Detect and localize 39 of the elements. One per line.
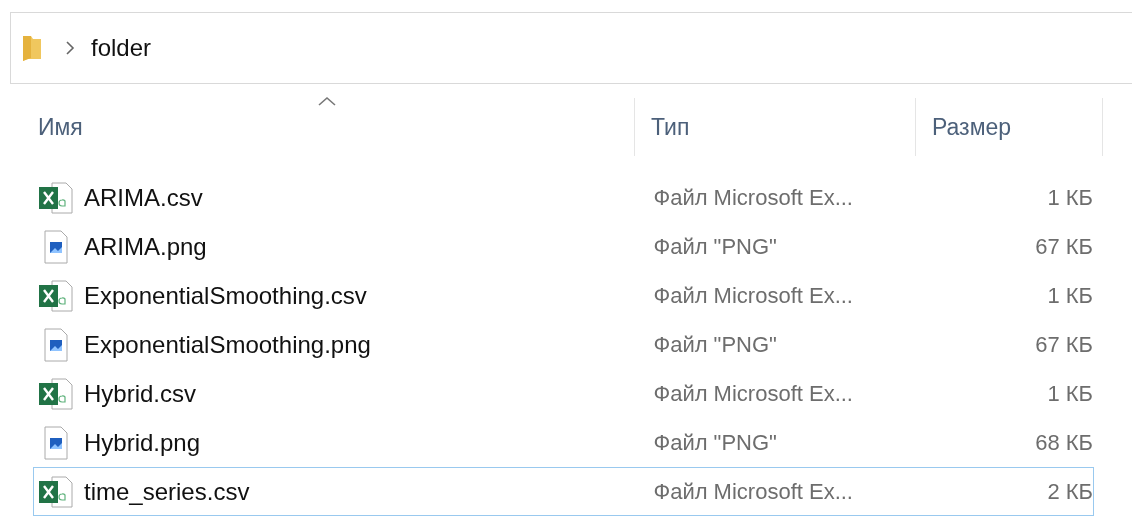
file-size: 1 КБ — [1046, 184, 1093, 211]
file-size: 67 КБ — [1034, 233, 1093, 260]
file-type: Файл "PNG" — [652, 331, 778, 358]
file-type: Файл Microsoft Ex... — [652, 184, 854, 211]
column-header[interactable]: Тип — [635, 98, 916, 156]
column-header[interactable]: Размер — [916, 98, 1103, 156]
file-name: Hybrid.csv — [84, 379, 197, 408]
file-name: time_series.csv — [84, 477, 250, 506]
file-row[interactable]: time_series.csv Файл Microsoft Ex... 2 КБ — [33, 467, 1094, 516]
file-row[interactable]: Hybrid.csv Файл Microsoft Ex... 1 КБ — [33, 369, 1094, 418]
breadcrumb[interactable]: folder — [91, 34, 152, 62]
file-size: 2 КБ — [1046, 478, 1093, 505]
file-name: Hybrid.png — [84, 428, 201, 457]
file-type: Файл Microsoft Ex... — [652, 380, 854, 407]
file-type: Файл Microsoft Ex... — [652, 282, 854, 309]
folder-icon — [21, 34, 43, 62]
file-size: 1 КБ — [1046, 380, 1093, 407]
file-type: Файл Microsoft Ex... — [652, 478, 854, 505]
file-name: ExponentialSmoothing.png — [84, 330, 371, 359]
file-row[interactable]: ARIMA.png Файл "PNG" 67 КБ — [33, 222, 1094, 271]
file-name: ARIMA.csv — [84, 183, 203, 212]
address-bar[interactable]: folder — [10, 12, 1132, 84]
column-header[interactable]: Имя — [0, 98, 635, 156]
file-name: ExponentialSmoothing.csv — [84, 281, 367, 310]
file-type: Файл "PNG" — [652, 429, 778, 456]
file-size: 67 КБ — [1034, 331, 1093, 358]
file-size: 68 КБ — [1034, 429, 1093, 456]
file-row[interactable]: ARIMA.csv Файл Microsoft Ex... 1 КБ — [33, 173, 1094, 222]
file-row[interactable]: ExponentialSmoothing.csv Файл Microsoft Ex... 1 КБ — [33, 271, 1094, 320]
file-size: 1 КБ — [1046, 282, 1093, 309]
spreadsheet-file-icon — [38, 375, 74, 412]
file-name: ARIMA.png — [84, 232, 207, 261]
spreadsheet-file-icon — [38, 277, 74, 314]
file-row[interactable]: ExponentialSmoothing.png Файл "PNG" 67 КБ — [33, 320, 1094, 369]
chevron-icon[interactable] — [65, 40, 75, 56]
spreadsheet-file-icon — [38, 179, 74, 216]
file-row[interactable]: Hybrid.png Файл "PNG" 68 КБ — [33, 418, 1094, 467]
file-type: Файл "PNG" — [652, 233, 778, 260]
spreadsheet-file-icon — [38, 473, 74, 510]
